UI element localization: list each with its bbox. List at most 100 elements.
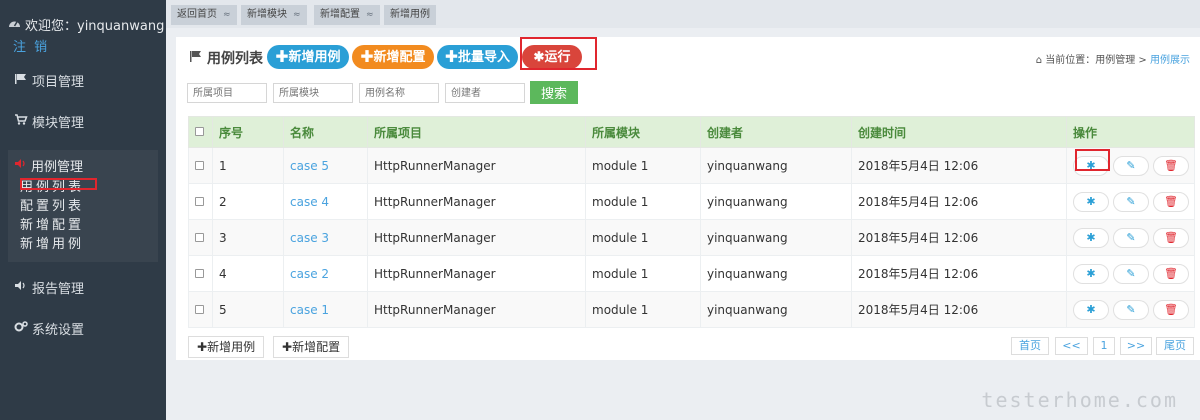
cell-name: case 2 <box>283 255 368 292</box>
edit-icon: ✎ <box>1126 231 1136 244</box>
table-row: 4 case 2 HttpRunnerManager module 1 yinquanw… <box>188 255 1195 292</box>
tab-label: 返回首页 <box>177 9 217 20</box>
sidebar-item-cases[interactable]: 用例管理 <box>14 156 83 175</box>
page-next-button[interactable]: >> <box>1120 337 1152 355</box>
cell-module: module 1 <box>585 147 701 184</box>
highlight-box <box>1075 149 1110 171</box>
cell-project: HttpRunnerManager <box>367 147 586 184</box>
page-first-button[interactable]: 首页 <box>1011 337 1049 355</box>
tab-add-module[interactable]: 新增模块 ≈ <box>241 5 307 25</box>
tab-label: 新增模块 <box>247 9 287 20</box>
tab-home[interactable]: 返回首页 ≈ <box>171 5 237 25</box>
cell-creator: yinquanwang <box>700 219 852 256</box>
page-prev-button[interactable]: << <box>1055 337 1088 355</box>
plus-icon: ✚ <box>197 340 208 354</box>
tab-add-config[interactable]: 新增配置 ≈ <box>314 5 380 25</box>
page-title: 用例列表 <box>189 48 263 68</box>
sidebar-sub-config-list[interactable]: 配置列表 <box>20 195 84 214</box>
row-checkbox[interactable] <box>195 268 204 278</box>
cell-time: 2018年5月4日 12:06 <box>851 255 1067 292</box>
top-tab-bar: 返回首页 ≈ 新增模块 ≈ 新增配置 ≈ 新增用例 <box>166 0 1200 28</box>
cell-ops: ✱ ✎ 🗑 <box>1066 291 1195 328</box>
page-last-button[interactable]: 尾页 <box>1156 337 1194 355</box>
delete-case-button[interactable]: 🗑 <box>1153 191 1189 212</box>
sidebar-item-label: 用例管理 <box>31 160 84 175</box>
welcome-text: 欢迎您：yinquanwang <box>8 15 164 34</box>
footer-add-config-button[interactable]: ✚新增配置 <box>273 336 350 358</box>
delete-case-button[interactable]: 🗑 <box>1153 155 1189 176</box>
volume-icon <box>14 280 28 295</box>
col-header: 名称 <box>283 116 368 148</box>
project-filter-input[interactable] <box>187 83 267 103</box>
breadcrumb-current[interactable]: 用例展示 <box>1150 55 1190 66</box>
search-button[interactable]: 搜索 <box>530 81 578 104</box>
row-checkbox[interactable] <box>195 232 204 242</box>
logout-link[interactable]: 注 销 <box>13 36 49 55</box>
sidebar-item-projects[interactable]: 项目管理 <box>0 60 166 100</box>
highlight-box <box>20 178 97 190</box>
cell-creator: yinquanwang <box>700 255 852 292</box>
batch-import-button[interactable]: ✚批量导入 <box>437 45 518 69</box>
case-name-link[interactable]: case 3 <box>290 231 329 245</box>
table-row: 3 case 3 HttpRunnerManager module 1 yinquanw… <box>188 219 1195 256</box>
cell-module: module 1 <box>585 183 701 220</box>
module-filter-input[interactable] <box>273 83 353 103</box>
welcome-label: 欢迎您：yinquanwang <box>25 19 165 34</box>
case-name-link[interactable]: case 1 <box>290 303 329 317</box>
edit-case-button[interactable]: ✎ <box>1113 227 1149 248</box>
cell-no: 2 <box>212 183 284 220</box>
sidebar-sub-add-config[interactable]: 新增配置 <box>20 214 84 233</box>
col-header: 所属项目 <box>367 116 586 148</box>
close-icon[interactable]: ≈ <box>366 10 374 20</box>
footer-add-case-button[interactable]: ✚新增用例 <box>188 336 265 358</box>
delete-case-button[interactable]: 🗑 <box>1153 263 1189 284</box>
edit-case-button[interactable]: ✎ <box>1113 263 1149 284</box>
creator-filter-input[interactable] <box>445 83 525 103</box>
button-label: 新增配置 <box>292 340 341 354</box>
sidebar-item-label: 模块管理 <box>32 115 85 131</box>
cell-project: HttpRunnerManager <box>367 183 586 220</box>
row-checkbox[interactable] <box>195 304 204 314</box>
cell-ops: ✱ ✎ 🗑 <box>1066 183 1195 220</box>
add-case-button[interactable]: ✚新增用例 <box>267 45 349 69</box>
row-checkbox[interactable] <box>195 196 204 206</box>
case-name-link[interactable]: case 4 <box>290 195 329 209</box>
sidebar-item-reports[interactable]: 报告管理 <box>0 267 166 307</box>
dashboard-icon <box>8 17 21 32</box>
trash-icon: 🗑 <box>1164 267 1178 280</box>
flag-icon <box>14 73 28 88</box>
edit-case-button[interactable]: ✎ <box>1113 299 1149 320</box>
cell-module: module 1 <box>585 219 701 256</box>
delete-case-button[interactable]: 🗑 <box>1153 299 1189 320</box>
close-icon[interactable]: ≈ <box>293 10 301 20</box>
select-all-checkbox[interactable] <box>195 127 204 136</box>
add-config-button[interactable]: ✚新增配置 <box>352 45 434 69</box>
row-checkbox[interactable] <box>195 160 204 170</box>
close-icon[interactable]: ≈ <box>223 10 231 20</box>
edit-case-button[interactable]: ✎ <box>1113 191 1149 212</box>
run-case-button[interactable]: ✱ <box>1073 227 1109 248</box>
cell-time: 2018年5月4日 12:06 <box>851 291 1067 328</box>
case-name-link[interactable]: case 5 <box>290 159 329 173</box>
table-row: 5 case 1 HttpRunnerManager module 1 yinquanw… <box>188 291 1195 328</box>
delete-case-button[interactable]: 🗑 <box>1153 227 1189 248</box>
sidebar-sub-add-case[interactable]: 新增用例 <box>20 233 84 252</box>
cell-project: HttpRunnerManager <box>367 255 586 292</box>
trash-icon: 🗑 <box>1164 231 1178 244</box>
trash-icon: 🗑 <box>1164 303 1178 316</box>
cell-project: HttpRunnerManager <box>367 291 586 328</box>
run-case-button[interactable]: ✱ <box>1073 299 1109 320</box>
tab-label: 新增配置 <box>320 9 360 20</box>
edit-icon: ✎ <box>1126 303 1136 316</box>
run-case-button[interactable]: ✱ <box>1073 191 1109 212</box>
sidebar-item-modules[interactable]: 模块管理 <box>0 101 166 141</box>
breadcrumb-parent[interactable]: 用例管理 <box>1095 55 1135 66</box>
case-name-filter-input[interactable] <box>359 83 439 103</box>
sidebar-item-settings[interactable]: 系统设置 <box>0 308 166 348</box>
run-case-button[interactable]: ✱ <box>1073 263 1109 284</box>
page-current-button[interactable]: 1 <box>1093 337 1115 355</box>
trash-icon: 🗑 <box>1164 195 1178 208</box>
case-name-link[interactable]: case 2 <box>290 267 329 281</box>
edit-case-button[interactable]: ✎ <box>1113 155 1149 176</box>
tab-add-case[interactable]: 新增用例 <box>384 5 436 25</box>
